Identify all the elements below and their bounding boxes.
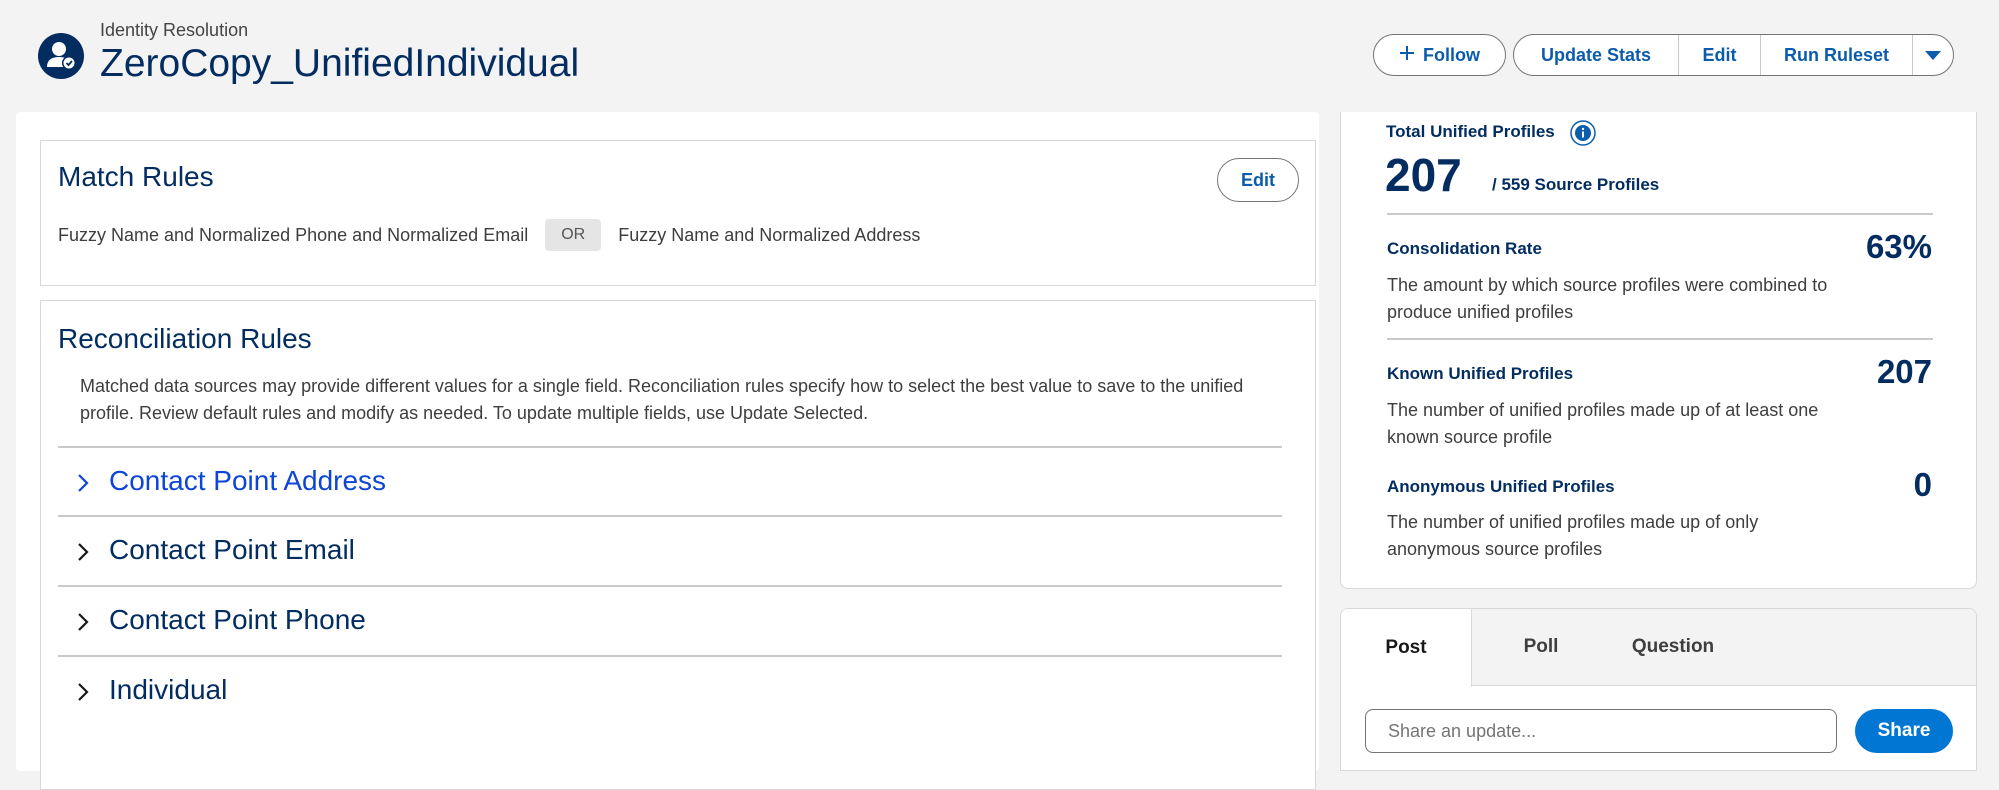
match-rule-b: Fuzzy Name and Normalized Address [618, 224, 921, 245]
profile-stats-card: Total Unified Profiles 207 / 559 Source … [1340, 112, 1977, 589]
chevron-down-icon [1924, 45, 1942, 66]
follow-label: Follow [1423, 44, 1480, 65]
anonymous-unified-profiles-description: The number of unified profiles made up o… [1387, 512, 1759, 559]
chevron-right-icon [76, 473, 90, 499]
rules-panel: Match Rules Edit Fuzzy Name and Normaliz… [16, 112, 1319, 790]
match-rules-edit-button[interactable]: Edit [1217, 158, 1299, 202]
chevron-right-icon [76, 682, 90, 708]
reconciliation-description: Matched data sources may provide differe… [80, 376, 1244, 423]
info-icon[interactable] [1570, 120, 1596, 146]
section-individual[interactable]: Individual [58, 656, 1282, 724]
publisher-card: Post Poll Question Share an update... Sh… [1340, 608, 1977, 771]
consolidation-rate-value: 63% [1865, 228, 1932, 265]
reconciliation-rules-title: Reconciliation Rules [58, 323, 312, 354]
update-stats-button[interactable]: Update Stats [1514, 35, 1679, 75]
follow-button[interactable]: Follow [1373, 34, 1506, 76]
match-rule-a: Fuzzy Name and Normalized Phone and Norm… [58, 224, 529, 245]
publisher-tabs: Post Poll Question [1341, 609, 1976, 687]
known-unified-profiles-label: Known Unified Profiles [1387, 364, 1574, 383]
or-badge: OR [545, 219, 602, 251]
match-rules-card: Match Rules Edit Fuzzy Name and Normaliz… [40, 140, 1316, 286]
known-unified-profiles-value: 207 [1876, 353, 1932, 390]
known-unified-profiles-description: The number of unified profiles made up o… [1387, 400, 1819, 447]
more-actions-button[interactable] [1913, 35, 1953, 75]
header-actions-group: Update Stats Edit Run Ruleset [1513, 34, 1954, 76]
section-label: Contact Point Address [109, 465, 387, 496]
plus-icon [1399, 45, 1415, 66]
consolidation-rate-label: Consolidation Rate [1387, 239, 1542, 258]
divider [1387, 338, 1933, 340]
chevron-right-icon [76, 542, 90, 568]
anonymous-unified-profiles-value: 0 [1913, 466, 1932, 503]
tab-question[interactable]: Question [1603, 609, 1743, 685]
section-label: Individual [109, 674, 228, 705]
match-rule-summary: Fuzzy Name and Normalized Phone and Norm… [58, 219, 920, 251]
edit-button[interactable]: Edit [1679, 35, 1761, 75]
section-contact-point-email[interactable]: Contact Point Email [58, 516, 1282, 584]
reconciliation-rules-card: Reconciliation Rules Matched data source… [40, 300, 1316, 790]
match-rules-title: Match Rules [58, 161, 214, 192]
chevron-right-icon [76, 612, 90, 638]
consolidation-rate-description: The amount by which source profiles were… [1387, 275, 1828, 322]
run-ruleset-button[interactable]: Run Ruleset [1761, 35, 1913, 75]
total-unified-profiles-label: Total Unified Profiles [1386, 122, 1555, 141]
tab-post[interactable]: Post [1341, 609, 1472, 687]
total-unified-profiles-value: 207 [1385, 149, 1462, 201]
source-profiles-count: / 559 Source Profiles [1492, 175, 1660, 194]
anonymous-unified-profiles-label: Anonymous Unified Profiles [1387, 477, 1615, 496]
page-title: ZeroCopy_UnifiedIndividual [100, 42, 580, 85]
section-label: Contact Point Phone [109, 604, 366, 635]
identity-resolution-icon [38, 33, 84, 79]
section-label: Contact Point Email [109, 534, 355, 565]
page-eyebrow: Identity Resolution [100, 20, 249, 40]
divider [1387, 213, 1933, 215]
section-contact-point-phone[interactable]: Contact Point Phone [58, 586, 1282, 654]
tab-poll[interactable]: Poll [1491, 609, 1591, 685]
page-header: Identity Resolution ZeroCopy_UnifiedIndi… [0, 0, 1999, 112]
section-contact-point-address[interactable]: Contact Point Address [58, 447, 1282, 515]
share-button[interactable]: Share [1855, 709, 1953, 753]
share-update-input[interactable]: Share an update... [1365, 709, 1837, 753]
